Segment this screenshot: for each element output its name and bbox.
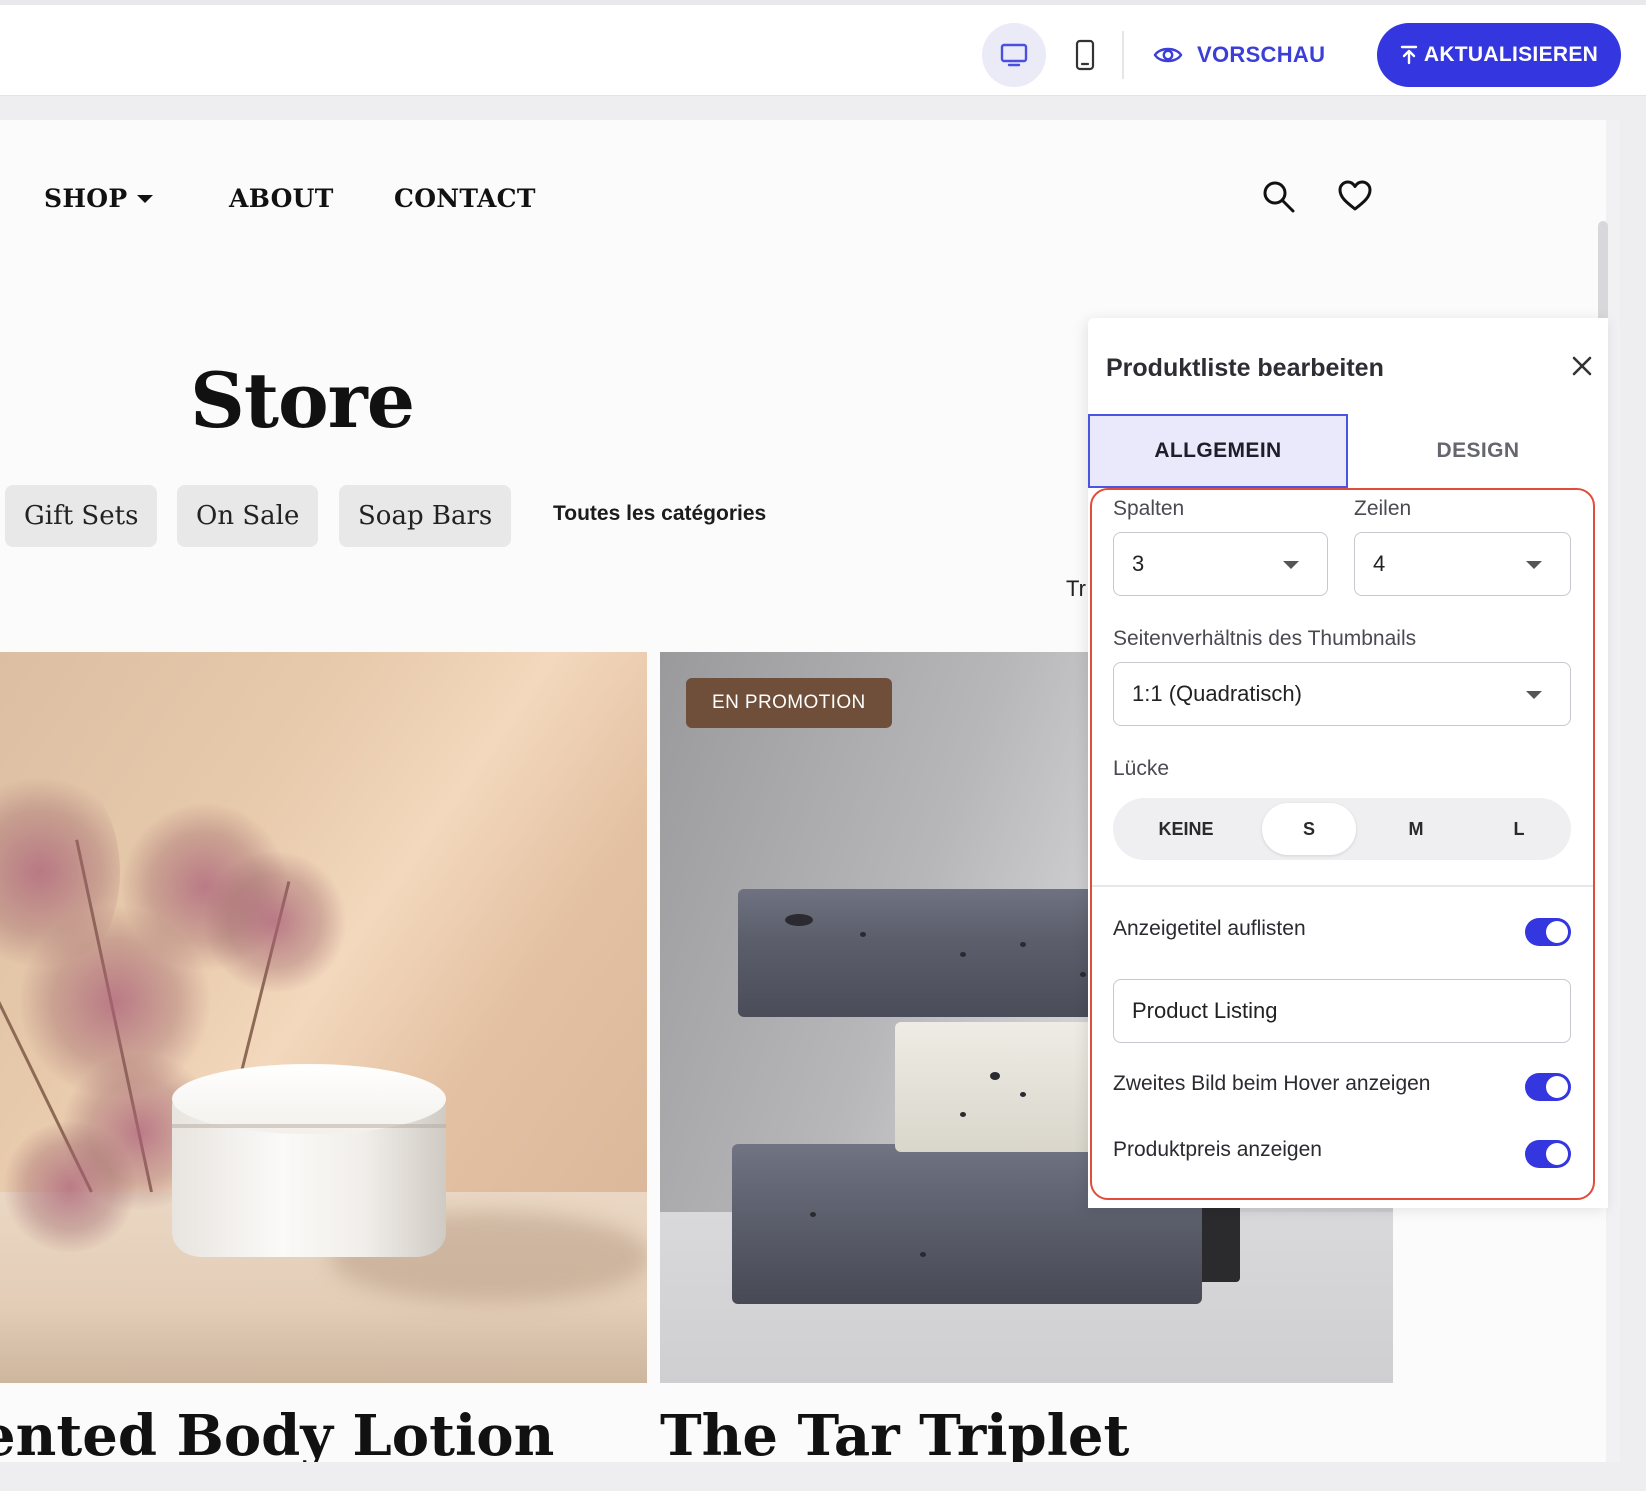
soap-speck [860,932,866,937]
product-name[interactable]: The Tar Triplet [660,1403,1129,1462]
highlight-frame [1090,488,1595,1200]
preview-button[interactable]: VORSCHAU [1153,31,1325,79]
category-chip-gift-sets[interactable]: Gift Sets [5,485,158,547]
promo-badge: EN PROMOTION [686,678,892,728]
heart-icon[interactable] [1338,180,1372,212]
soap-speck [1020,1092,1026,1097]
soap-speck [920,1252,926,1257]
mobile-view-button[interactable] [1053,23,1117,87]
desktop-view-button[interactable] [982,23,1046,87]
sort-label: Tr [1066,576,1086,601]
editor-toolbar: VORSCHAU AKTUALISIEREN [0,0,1646,96]
soap-speck [785,914,813,926]
soap-speck [1020,942,1026,947]
eye-icon [1153,47,1183,63]
tab-design[interactable]: DESIGN [1348,414,1608,488]
product-image-body-lotion[interactable] [0,652,647,1383]
nav-shop[interactable]: SHOP [44,184,154,213]
dried-flowers [200,852,350,992]
canvas-scrollbar[interactable] [1606,120,1620,1462]
dried-flowers [0,1122,140,1252]
product-name[interactable]: ented Body Lotion [0,1403,554,1462]
update-label: AKTUALISIEREN [1423,43,1599,66]
panel-title: Produktliste bearbeiten [1106,354,1384,382]
caret-down-icon [137,194,154,203]
mobile-icon [1075,39,1095,71]
nav-contact[interactable]: CONTACT [394,184,536,213]
soap-speck [960,1112,966,1117]
category-chip-soap-bars[interactable]: Soap Bars [339,485,512,547]
soap-speck [1080,972,1086,977]
update-button[interactable]: AKTUALISIEREN [1377,23,1621,87]
soap-speck [960,952,966,957]
nav-shop-label: SHOP [44,184,128,213]
toolbar-divider [1122,31,1124,79]
upload-arrow-icon [1400,45,1418,65]
all-categories-link[interactable]: Toutes les catégories [553,502,766,526]
page-title: Store [190,356,415,445]
soap-speck [990,1072,1000,1080]
category-chip-on-sale[interactable]: On Sale [177,485,319,547]
nav-about[interactable]: ABOUT [229,184,334,213]
preview-label: VORSCHAU [1197,42,1326,67]
desktop-icon [1000,43,1028,67]
soap-speck [810,1212,816,1217]
tab-general[interactable]: ALLGEMEIN [1088,414,1348,488]
lotion-jar-band [172,1124,446,1128]
close-icon[interactable] [1568,352,1596,380]
search-icon[interactable] [1262,180,1296,214]
